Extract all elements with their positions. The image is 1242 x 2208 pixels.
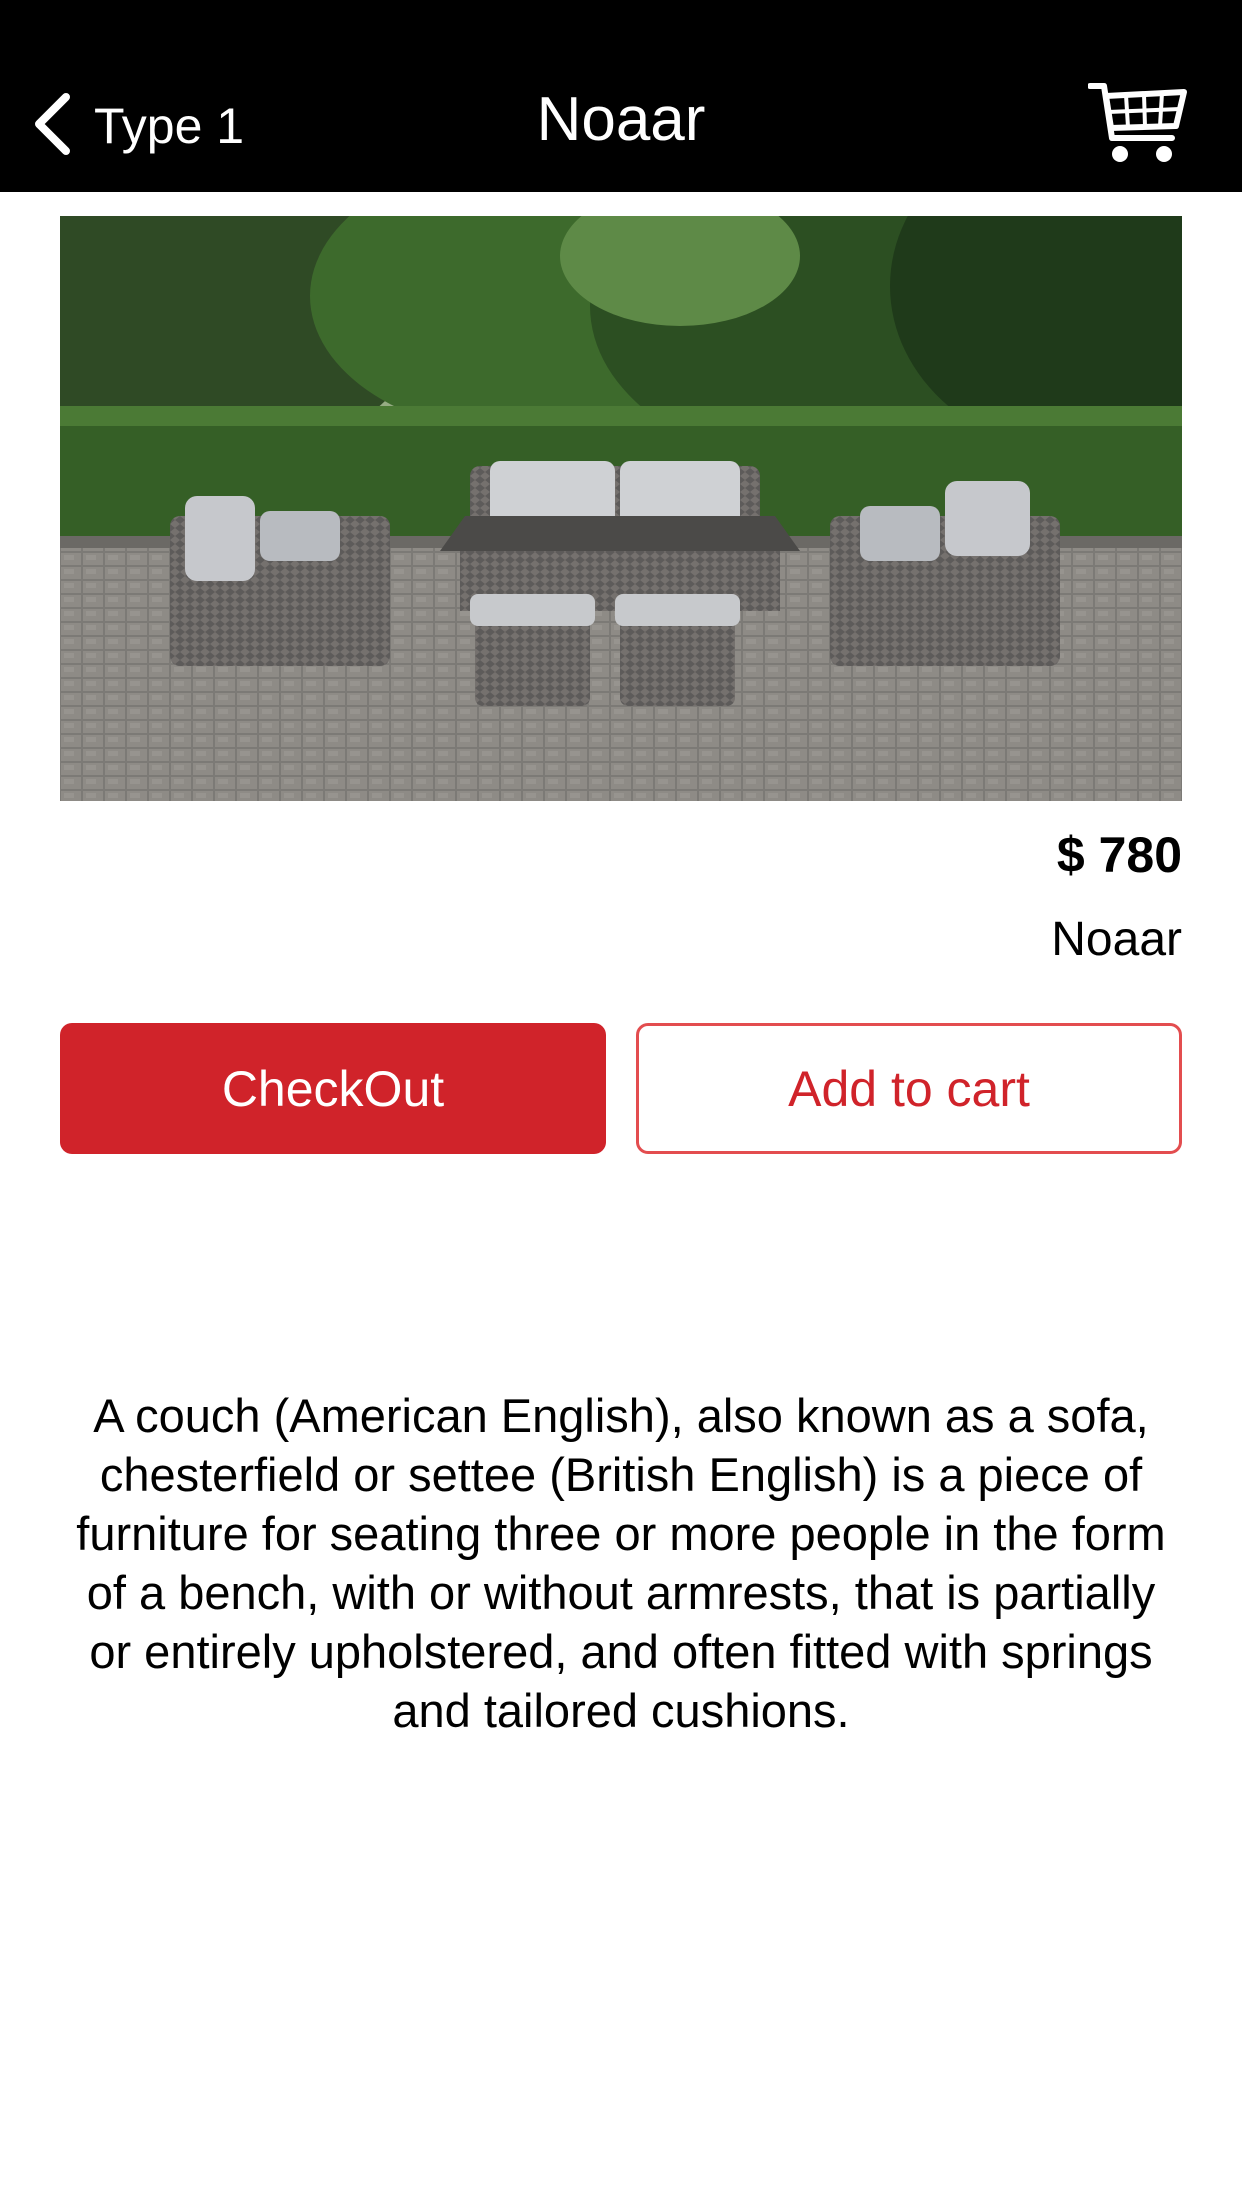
product-detail-screen: Type 1 Noaar $ 780 Noaar CheckOut Add to… [0,0,1242,2208]
navigation-bar: Type 1 Noaar [0,0,1242,192]
add-to-cart-button[interactable]: Add to cart [636,1023,1182,1154]
back-button-label: Type 1 [94,98,245,154]
chevron-left-icon [30,91,74,162]
product-image [60,216,1182,801]
checkout-button[interactable]: CheckOut [60,1023,606,1154]
shopping-cart-icon [1087,83,1188,170]
product-description: A couch (American English), also known a… [76,1389,1166,1737]
product-brand: Noaar [1051,913,1182,966]
cart-button[interactable] [1087,80,1188,166]
back-button[interactable]: Type 1 [30,86,244,166]
product-price: $ 780 [1056,827,1182,883]
